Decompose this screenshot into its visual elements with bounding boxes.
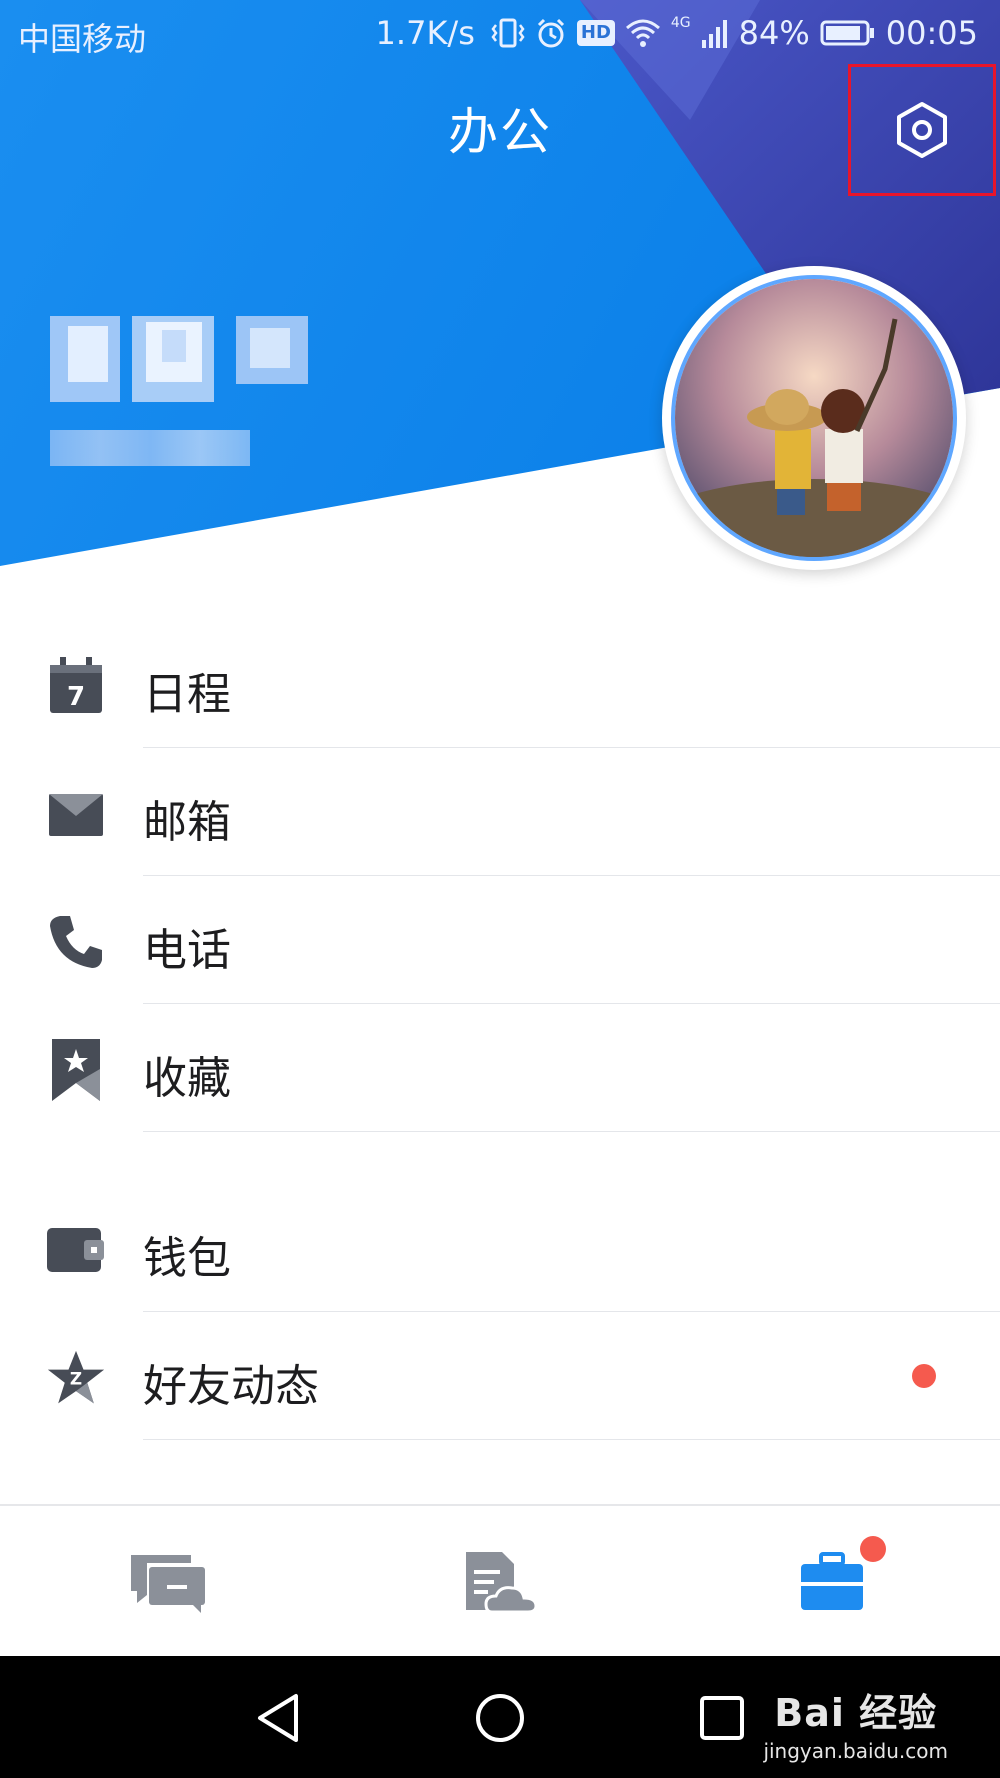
messages-icon (130, 1555, 205, 1613)
recents-icon (700, 1696, 744, 1740)
menu-item-schedule[interactable]: 7 日程 (0, 620, 1000, 748)
notification-dot (912, 1364, 936, 1388)
menu-item-phone[interactable]: 电话 (0, 876, 1000, 1004)
wallet-icon (46, 1220, 106, 1280)
svg-text:Z: Z (70, 1369, 82, 1389)
back-icon (258, 1694, 298, 1742)
menu-label-phone: 电话 (143, 925, 231, 976)
network-type: 4G (670, 15, 691, 31)
home-button[interactable] (470, 1688, 530, 1748)
carrier-label: 中国移动 (18, 20, 147, 58)
tab-cloud-docs[interactable] (333, 1506, 666, 1658)
avatar[interactable] (662, 266, 966, 570)
recents-button[interactable] (692, 1688, 752, 1748)
menu-item-friend-feed[interactable]: Z 好友动态 (0, 1312, 1000, 1440)
bottom-tab-bar (0, 1504, 1000, 1658)
mail-icon (46, 784, 106, 844)
tab-office[interactable] (666, 1506, 999, 1658)
menu-item-wallet[interactable]: 钱包 (0, 1184, 1000, 1312)
home-icon (476, 1694, 524, 1742)
back-button[interactable] (248, 1688, 308, 1748)
user-subtitle-redacted (50, 430, 250, 466)
watermark-url: jingyan.baidu.com (763, 1739, 948, 1763)
hd-icon: HD (576, 20, 615, 46)
avatar-image (671, 275, 957, 561)
clock: 00:05 (885, 14, 978, 52)
settings-button[interactable] (848, 64, 996, 196)
menu-label-favorites: 收藏 (143, 1053, 231, 1104)
svg-text:7: 7 (67, 682, 85, 712)
battery-icon (820, 20, 874, 46)
status-bar: 中国移动 1.7K/s HD 4G 84% 00:05 (0, 0, 1000, 68)
menu-item-mail[interactable]: 邮箱 (0, 748, 1000, 876)
divider (143, 1439, 1000, 1440)
battery-percent: 84% (738, 14, 810, 52)
cloud-doc-icon (465, 1552, 538, 1614)
blurred-name (50, 316, 308, 402)
bookmark-star-icon (46, 1039, 106, 1101)
menu-item-favorites[interactable]: 收藏 (0, 1004, 1000, 1132)
menu-label-wallet: 钱包 (143, 1233, 231, 1284)
signal-icon (701, 20, 727, 48)
hd-badge-text: HD (580, 22, 611, 43)
settings-hexagon-icon (897, 102, 947, 158)
watermark: Bai 经验 jingyan.baidu.com (763, 1682, 948, 1763)
calendar-icon: 7 (46, 656, 106, 716)
menu-label-friend-feed: 好友动态 (143, 1361, 319, 1412)
vibrate-icon (491, 18, 525, 48)
menu-label-schedule: 日程 (143, 669, 231, 720)
watermark-logo: Bai 经验 (774, 1691, 938, 1735)
qzone-star-icon: Z (46, 1348, 106, 1408)
alarm-icon (537, 18, 564, 48)
phone-icon (46, 912, 106, 972)
tab-messages[interactable] (0, 1506, 333, 1658)
wifi-icon (625, 19, 660, 47)
user-name-redacted (50, 316, 310, 402)
divider (143, 1131, 1000, 1132)
menu-label-mail: 邮箱 (143, 797, 231, 848)
network-speed: 1.7K/s (375, 14, 475, 52)
system-nav-bar: Bai 经验 jingyan.baidu.com (0, 1656, 1000, 1778)
briefcase-icon (800, 1552, 863, 1610)
notification-dot (860, 1536, 886, 1562)
